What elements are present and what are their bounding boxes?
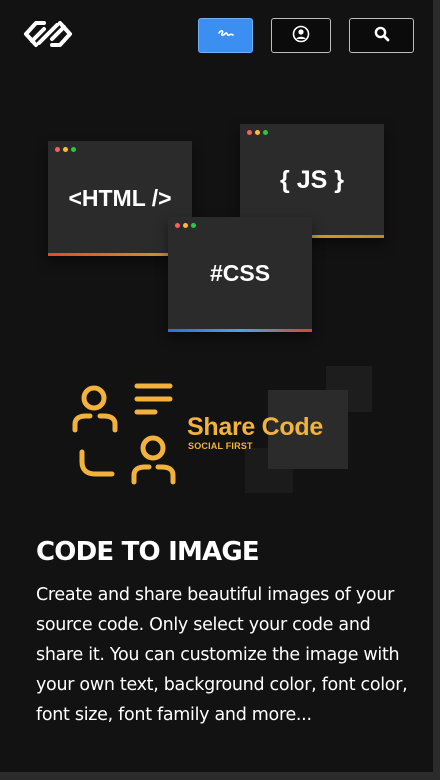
- logo-icon[interactable]: [22, 17, 74, 51]
- css-window-label: #CSS: [209, 260, 271, 286]
- account-button[interactable]: [271, 18, 331, 53]
- search-icon: [374, 26, 390, 46]
- share-code-title: Share Code: [187, 413, 323, 441]
- css-code-window: #CSS: [168, 217, 312, 332]
- signature-button[interactable]: [198, 18, 253, 53]
- search-button[interactable]: [349, 18, 414, 53]
- window-dots: [55, 147, 76, 152]
- css-window-bar: [168, 329, 312, 332]
- window-dots: [175, 223, 196, 228]
- user-circle-icon: [292, 25, 310, 47]
- window-edge-right: [433, 0, 440, 780]
- signature-icon: [217, 26, 235, 45]
- window-edge-bottom: [0, 772, 440, 780]
- app-screen: <HTML /> { JS } #CSS Share Code SOCIAL F…: [0, 0, 433, 772]
- html-window-label: <HTML />: [68, 185, 172, 211]
- page-description: Create and share beautiful images of you…: [36, 585, 408, 725]
- page-title: CODE TO IMAGE: [36, 537, 260, 567]
- share-code-subtitle: SOCIAL FIRST: [188, 441, 253, 451]
- people-share-icon: [70, 378, 180, 488]
- js-window-label: { JS }: [280, 166, 344, 194]
- window-dots: [247, 130, 268, 135]
